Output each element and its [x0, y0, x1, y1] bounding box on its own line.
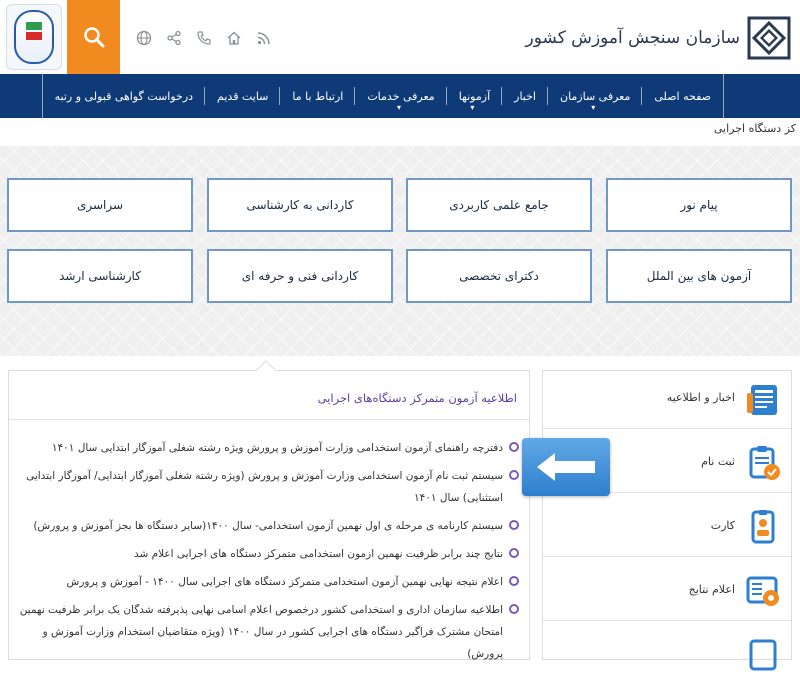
- circle-bullet-icon: [509, 442, 519, 452]
- news-icon: [747, 385, 777, 415]
- nav-item-old-site[interactable]: سایت قدیم: [205, 74, 281, 118]
- emblem-seal-icon: [14, 10, 54, 64]
- nav-item-label: ارتباط با ما: [292, 89, 344, 103]
- exam-category-panel: پیام نور جامع علمی کاربردی کاردانی به کا…: [0, 146, 800, 356]
- category-button-technical-vocational[interactable]: کاردانی فنی و حرفه ای: [207, 249, 393, 303]
- nav-item-label: آزمونها: [458, 89, 491, 103]
- logo-text: سازمان سنجش آموزش کشور: [525, 28, 740, 48]
- nav-item-label: معرفی سازمان: [559, 89, 631, 103]
- nav-item-label: صفحه اصلی: [654, 89, 711, 103]
- panel-notch: [256, 360, 276, 380]
- announcement-item[interactable]: سیستم کارنامه ی مرحله ی اول نهمین آزمون …: [17, 515, 519, 537]
- announcement-item[interactable]: اطلاعیه سازمان اداری و استخدامی کشور درخ…: [17, 599, 519, 665]
- chevron-down-icon: ▾: [470, 103, 475, 112]
- chevron-down-icon: ▾: [591, 103, 596, 112]
- nav-list: صفحه اصلی معرفی سازمان ▾ اخبار آزمونها ▾ م…: [41, 74, 724, 118]
- national-emblem-logo[interactable]: [6, 4, 62, 70]
- circle-bullet-icon: [509, 548, 519, 558]
- announcement-link[interactable]: سیستم ثبت نام آزمون استخدامی وزارت آموزش…: [26, 470, 503, 504]
- search-button[interactable]: [67, 0, 120, 74]
- sidebar-item-label: اعلام نتایج: [688, 583, 735, 596]
- sidebar-item-results[interactable]: اعلام نتایج: [543, 563, 791, 621]
- nav-item-contact[interactable]: ارتباط با ما: [280, 74, 356, 118]
- globe-icon[interactable]: [135, 29, 153, 47]
- home-icon[interactable]: [225, 29, 243, 47]
- site-logo[interactable]: سازمان سنجش آموزش کشور: [526, 10, 792, 66]
- nav-item-home[interactable]: صفحه اصلی: [642, 74, 724, 118]
- category-button-national[interactable]: سراسری: [7, 178, 193, 232]
- nav-item-exams[interactable]: آزمونها ▾: [447, 74, 503, 118]
- nav-item-news[interactable]: اخبار: [502, 74, 548, 118]
- site-header: سازمان سنجش آموزش کشور: [0, 0, 800, 74]
- circle-bullet-icon: [509, 604, 519, 614]
- sidebar-item-news[interactable]: اخبار و اطلاعیه: [543, 371, 791, 429]
- announcement-link[interactable]: اطلاعیه سازمان اداری و استخدامی کشور درخ…: [20, 604, 503, 660]
- card-icon: [751, 510, 775, 544]
- category-button-associate-to-bachelor[interactable]: کاردانی به کارشناسی: [207, 178, 393, 232]
- arrow-left-icon: [537, 453, 595, 481]
- phone-icon[interactable]: [195, 29, 213, 47]
- category-button-international[interactable]: آزمون های بین الملل: [606, 249, 792, 303]
- sidebar-item-more[interactable]: [543, 627, 791, 685]
- announcements-panel: اطلاعیه آزمون متمرکز دستگاه‌های اجرایی د…: [8, 360, 530, 660]
- chevron-down-icon: ▾: [397, 103, 402, 112]
- announcement-link[interactable]: اعلام نتیجه نهایی نهمین آزمون استخدامی م…: [67, 576, 503, 588]
- sidebar-item-card[interactable]: کارت: [543, 499, 791, 557]
- announcement-item[interactable]: اعلام نتیجه نهایی نهمین آزمون استخدامی م…: [17, 571, 519, 593]
- circle-bullet-icon: [509, 520, 519, 530]
- sidebar-item-label: اخبار و اطلاعیه: [666, 391, 735, 404]
- sidebar-item-label: ثبت نام: [701, 455, 735, 468]
- sidebar-item-label: کارت: [710, 519, 735, 532]
- category-button-payame-noor[interactable]: پیام نور: [606, 178, 792, 232]
- nav-item-services[interactable]: معرفی خدمات ▾: [355, 74, 448, 118]
- announcement-link[interactable]: سیستم کارنامه ی مرحله ی اول نهمین آزمون …: [33, 520, 503, 532]
- announcement-item[interactable]: سیستم ثبت نام آزمون استخدامی وزارت آموزش…: [17, 465, 519, 509]
- nav-item-label: اخبار: [514, 89, 536, 103]
- nav-item-about[interactable]: معرفی سازمان ▾: [548, 74, 643, 118]
- header-icon-row: [135, 26, 273, 50]
- rss-icon[interactable]: [255, 29, 273, 47]
- announcement-link[interactable]: نتایج چند برابر ظرفیت نهمین ازمون استخدا…: [134, 548, 503, 560]
- announcement-item[interactable]: دفترچه راهنمای آزمون استخدامی وزارت آموز…: [17, 437, 519, 459]
- left-arrow-overlay-button[interactable]: [522, 438, 610, 496]
- announcements-list: دفترچه راهنمای آزمون استخدامی وزارت آموز…: [17, 437, 519, 671]
- divider: [9, 419, 529, 420]
- results-icon: [746, 576, 779, 606]
- document-icon: [749, 639, 777, 671]
- nav-item-label: معرفی خدمات: [367, 89, 435, 103]
- quick-access-sidebar: اخبار و اطلاعیه ثبت نام کارت اعلام نتایج: [542, 370, 792, 671]
- category-button-masters[interactable]: کارشناسی ارشد: [7, 249, 193, 303]
- share-icon[interactable]: [165, 29, 183, 47]
- main-navigation: صفحه اصلی معرفی سازمان ▾ اخبار آزمونها ▾ م…: [0, 74, 800, 118]
- registration-icon: [749, 446, 780, 480]
- announcements-title: اطلاعیه آزمون متمرکز دستگاه‌های اجرایی: [317, 391, 517, 405]
- announcement-link[interactable]: دفترچه راهنمای آزمون استخدامی وزارت آموز…: [52, 442, 503, 454]
- announcement-item[interactable]: نتایج چند برابر ظرفیت نهمین ازمون استخدا…: [17, 543, 519, 565]
- circle-bullet-icon: [509, 576, 519, 586]
- category-button-applied-science[interactable]: جامع علمی کاربردی: [406, 178, 592, 232]
- category-button-phd[interactable]: دکترای تخصصی: [406, 249, 592, 303]
- breadcrumb: کز دستگاه اجرایی: [713, 122, 796, 135]
- search-icon: [83, 27, 104, 48]
- sanjesh-logo-icon: [747, 16, 791, 60]
- circle-bullet-icon: [509, 470, 519, 480]
- nav-item-label: سایت قدیم: [217, 89, 269, 103]
- nav-item-label: درخواست گواهی قبولی و رتبه: [54, 89, 194, 103]
- nav-item-certificate-request[interactable]: درخواست گواهی قبولی و رتبه: [41, 74, 206, 118]
